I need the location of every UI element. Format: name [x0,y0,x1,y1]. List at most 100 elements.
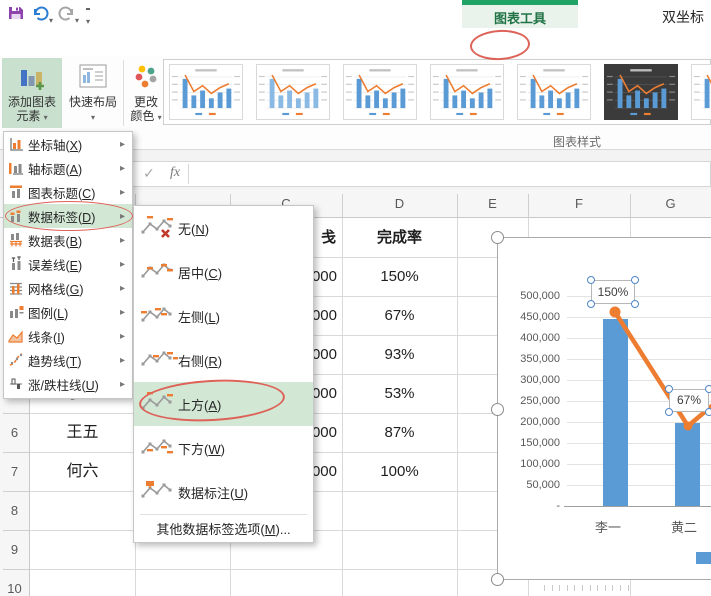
submenu-item-左侧(L)[interactable]: 左侧(L) [134,294,313,338]
undo-dropdown-icon[interactable]: ▾ [49,10,53,28]
axis-tick-fragment [604,585,606,591]
submenu-item-label: 居中(C) [178,265,223,281]
cell-d-value[interactable]: 100% [342,452,457,491]
row-header-10[interactable]: 10 [0,569,29,596]
save-icon[interactable] [8,5,26,23]
cell-d-value[interactable]: 53% [342,374,457,413]
label-handle[interactable] [631,300,639,308]
dropdown-caret-icon: ▾ [90,113,95,122]
submenu-item-居中(C)[interactable]: 居中(C) [134,250,313,294]
title-bar: ▾ ▾ ▾ 图表工具 双坐标 [0,0,711,28]
submenu-arrow-icon: ▸ [120,186,126,198]
undo-icon[interactable] [32,5,50,23]
document-title: 双坐标 [662,9,704,25]
column-header-E[interactable]: E [457,190,528,218]
axis-tick-fragment [620,585,621,591]
chart-handle-top-left[interactable] [491,231,504,244]
row-header-8[interactable]: 8 [0,491,29,530]
label-handle[interactable] [587,300,595,308]
column-header-F[interactable]: F [528,190,630,218]
chart-gridline [567,338,711,339]
fx-icon[interactable]: fx [164,165,186,181]
y-axis-label: 150,000 [520,437,560,449]
row-header-9[interactable]: 9 [0,530,29,569]
cell-a7[interactable]: 何六 [30,452,135,491]
submenu-item-label: 左侧(L) [178,309,220,325]
column-header-divider [342,194,343,218]
label-handle[interactable] [665,408,673,416]
chart-handle-bottom-left[interactable] [491,573,504,586]
change-colors-button[interactable]: 更改 颜色 ▾ [125,58,167,128]
axis-tick-fragment [627,585,629,591]
menu-item-数据表(B)[interactable]: 数据表(B) ▸ [4,228,132,252]
chart-style-thumbnail[interactable] [343,64,417,120]
cell-d-value[interactable]: 150% [342,257,457,296]
menu-item-图例(L)[interactable]: 图例(L) ▸ [4,300,132,324]
label-handle[interactable] [665,385,673,393]
cell-d-value[interactable]: 93% [342,335,457,374]
submenu-item-右侧(R)[interactable]: 右侧(R) [134,338,313,382]
chart-style-thumbnail[interactable] [691,64,711,120]
row-header-6[interactable]: 6 [0,413,29,452]
legend-marker-fragment[interactable] [696,552,711,564]
chart-style-thumbnail[interactable] [517,64,591,120]
add-chart-element-menu: 坐标轴(X) ▸ 轴标题(A) ▸ 图表标题(C) ▸ 数据标签(D) ▸ 数据表(B) ▸ 误差线… [3,131,133,399]
bar-series-2[interactable] [675,423,700,506]
column-header-G[interactable]: G [630,190,711,218]
column-header-D[interactable]: D [342,190,457,218]
enter-icon[interactable]: ✓ [138,165,160,182]
redo-dropdown-icon[interactable]: ▾ [75,10,79,28]
cell-d-value[interactable]: 67% [342,296,457,335]
qat-customize-icon[interactable]: ▾ [86,8,91,29]
submenu-item-label: 无(N) [178,221,210,237]
data-label-67[interactable]: 67% [669,389,709,412]
chart-object[interactable]: 500,000 450,000 400,000 350,000 300,000 250,0… [491,231,711,591]
label-handle[interactable] [705,385,711,393]
menu-item-label: 图表标题(C) [28,186,96,201]
add-chart-element-button[interactable]: 添加图表 元素 ▾ [2,58,62,128]
submenu-item-无(N)[interactable]: 无(N) [134,206,313,250]
data-label-150[interactable]: 150% [591,280,635,304]
label-handle[interactable] [705,408,711,416]
row-header-7[interactable]: 7 [0,452,29,491]
submenu-item-数据标注(U)[interactable]: 数据标注(U) [134,470,313,514]
menu-item-线条(I)[interactable]: 线条(I) ▸ [4,324,132,348]
menu-item-label: 趋势线(T) [28,354,82,369]
axis-tick-fragment [589,585,591,591]
menu-item-趋势线(T)[interactable]: 趋势线(T) ▸ [4,348,132,372]
formula-input[interactable] [192,165,708,183]
menu-item-涨/跌柱线(U)[interactable]: 涨/跌柱线(U) ▸ [4,372,132,396]
annotation-ellipse-data-labels [5,201,133,231]
redo-icon[interactable] [58,5,76,23]
label-handle[interactable] [587,276,595,284]
chart-style-thumbnail[interactable] [604,64,678,120]
menu-item-label: 网格线(G) [28,282,84,297]
menu-item-label: 轴标题(A) [28,162,83,177]
submenu-arrow-icon: ▸ [120,234,126,246]
submenu-item-more-options[interactable]: 其他数据标签选项(M)... [134,515,313,545]
chart-style-thumbnail[interactable] [169,64,243,120]
menu-item-label: 图例(L) [28,306,69,321]
quick-layout-button[interactable]: 快速布局 ▾ [64,58,122,128]
label-handle[interactable] [631,276,639,284]
submenu-arrow-icon: ▸ [120,138,126,150]
chart-style-thumbnail[interactable] [256,64,330,120]
axis-tick-fragment [597,585,599,591]
chart-style-thumbnail[interactable] [430,64,504,120]
bar-series-1[interactable] [603,319,628,506]
axis-tick-fragment [566,585,568,591]
chart-gridline [567,317,711,318]
menu-item-label: 涨/跌柱线(U) [28,378,99,393]
menu-item-误差线(E)[interactable]: 误差线(E) ▸ [4,252,132,276]
menu-item-坐标轴(X)[interactable]: 坐标轴(X) ▸ [4,132,132,156]
cell-d1-header[interactable]: 完成率 [342,218,457,257]
submenu-item-下方(W)[interactable]: 下方(W) [134,426,313,470]
menu-item-轴标题(A)[interactable]: 轴标题(A) ▸ [4,156,132,180]
column-header-divider [528,194,529,218]
menu-item-网格线(G)[interactable]: 网格线(G) ▸ [4,276,132,300]
column-header-divider [457,194,458,218]
y-axis-label: 50,000 [526,479,560,491]
cell-d-value[interactable]: 87% [342,413,457,452]
y-axis-label: 450,000 [520,311,560,323]
cell-a6[interactable]: 王五 [30,413,135,452]
